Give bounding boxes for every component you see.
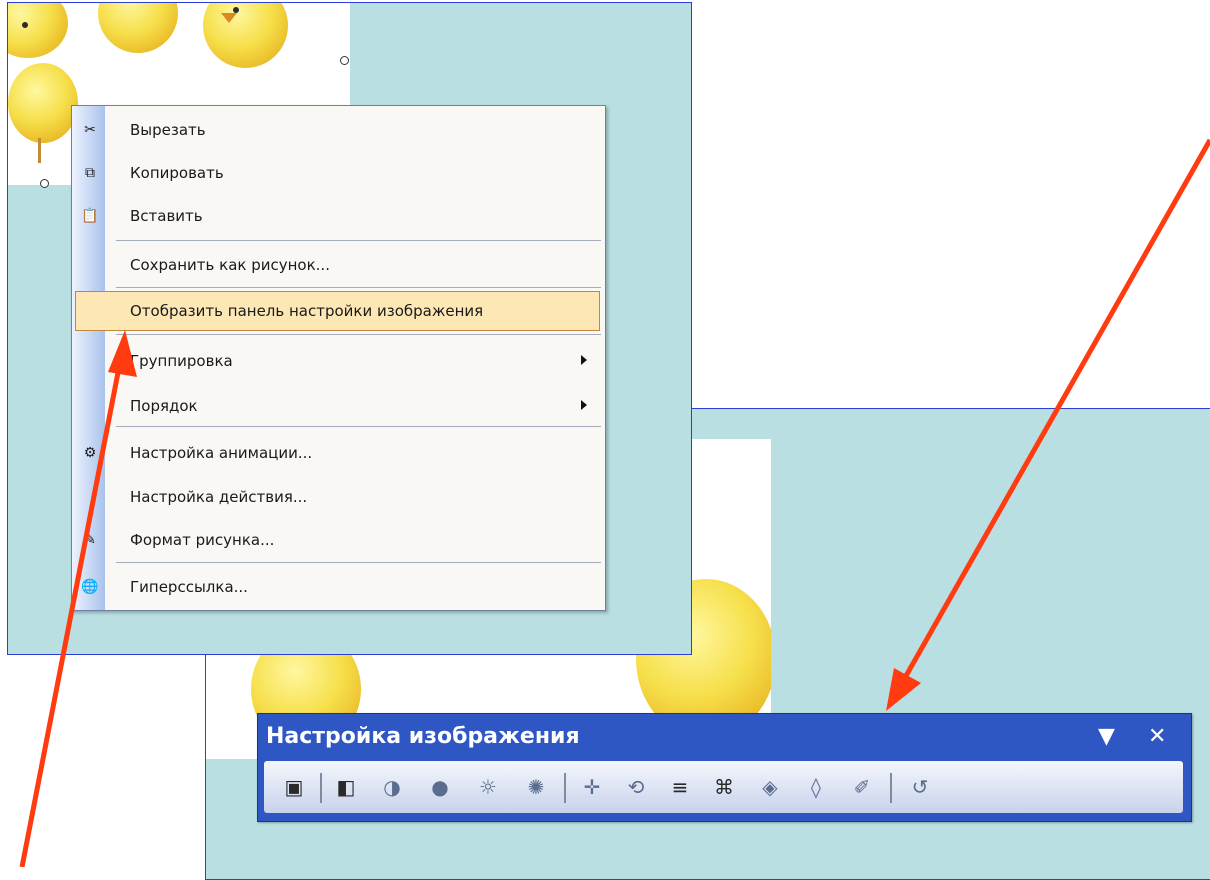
annotation-arrows bbox=[19, 138, 1210, 867]
arrow-to-toolbar bbox=[886, 138, 1210, 711]
arrow-to-menu-item bbox=[19, 330, 137, 867]
